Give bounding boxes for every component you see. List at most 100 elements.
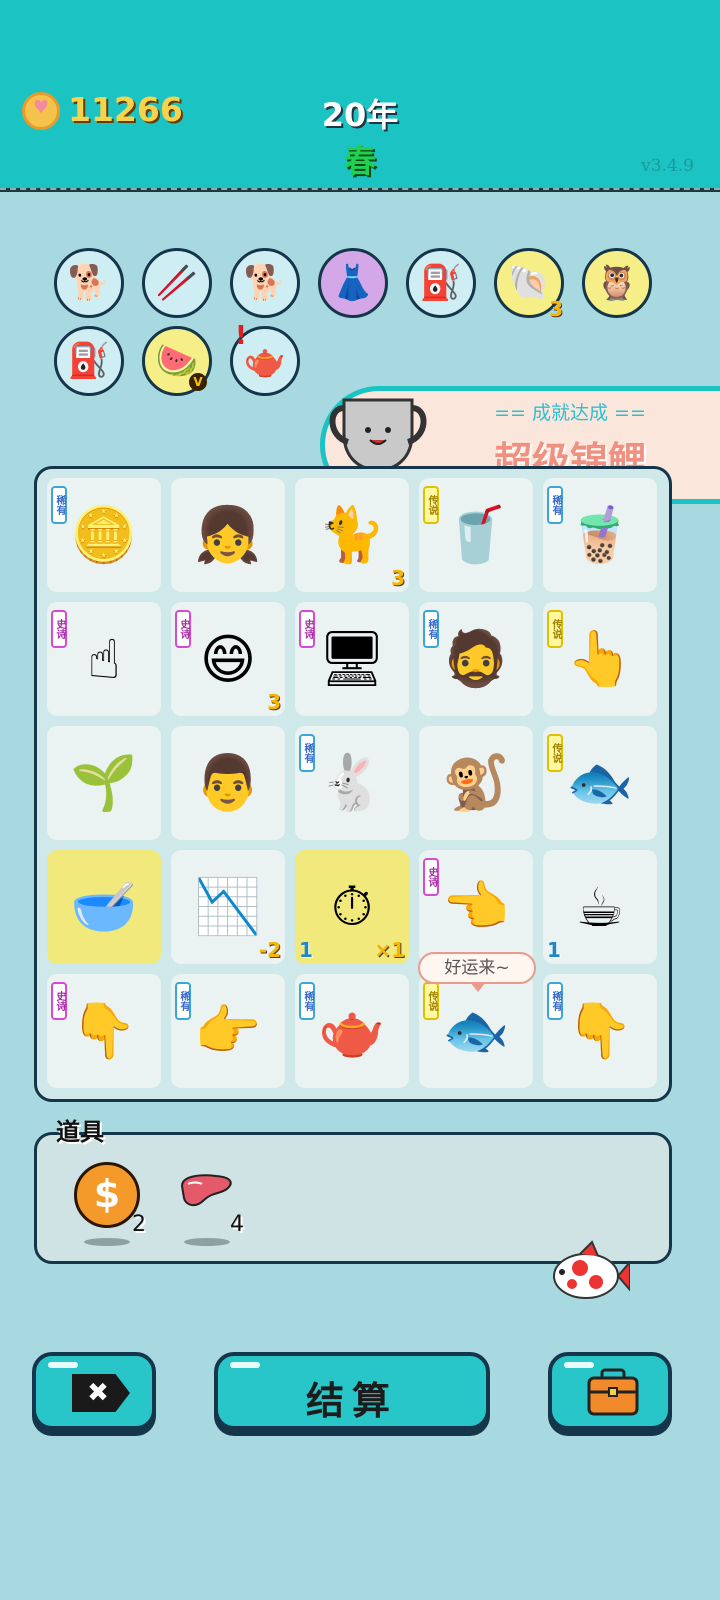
bag-button[interactable] bbox=[548, 1352, 672, 1430]
item-count: 3 bbox=[549, 297, 563, 321]
tile-count: 3 bbox=[391, 566, 405, 590]
board-tile-cat[interactable]: 🐈 3 bbox=[295, 478, 409, 592]
board-tile-man-face[interactable]: 👨 bbox=[171, 726, 285, 840]
pointing-hand-gold-icon: 👆 bbox=[566, 627, 634, 690]
settle-label: 结算 bbox=[305, 1379, 398, 1423]
rarity-tag: 史诗 bbox=[175, 610, 191, 648]
button-highlight bbox=[230, 1362, 260, 1368]
rabbit-icon: 🐇 bbox=[318, 751, 386, 814]
rarity-tag: 史诗 bbox=[423, 858, 439, 896]
board-tile-sprout[interactable]: 🌱 bbox=[47, 726, 161, 840]
rarity-tag: 史诗 bbox=[51, 610, 67, 648]
air-pump-icon: ⛽ bbox=[67, 341, 111, 381]
bubble-tea-cup-icon: 🥤 bbox=[442, 503, 510, 566]
falling-chart-icon: 📉 bbox=[194, 875, 262, 938]
yellow-face-icon: 😄 bbox=[199, 627, 257, 691]
board-tile-pointing-hand-gold[interactable]: 👆 传说 bbox=[543, 602, 657, 716]
rarity-tag: 稀有 bbox=[423, 610, 439, 648]
scallop-shell-icon: 🐚 bbox=[507, 263, 551, 303]
board-tile-gold-pentagon[interactable]: 🪙 稀有 bbox=[47, 478, 161, 592]
board-tile-brown-pointing-hand[interactable]: 👉 稀有 bbox=[171, 974, 285, 1088]
board-tile-brown-hand-down[interactable]: 👇 稀有 bbox=[543, 974, 657, 1088]
rarity-tag: 传说 bbox=[547, 734, 563, 772]
gold-pentagon-icon: 🪙 bbox=[70, 503, 138, 566]
man-with-hat-icon: 🧔 bbox=[442, 627, 510, 690]
girl-portrait-icon: 👧 bbox=[194, 503, 262, 566]
version-label: v3.4.9 bbox=[641, 156, 694, 176]
air-pump-icon: ⛽ bbox=[419, 263, 463, 303]
board-tile-bubble-tea-cup[interactable]: 🥤 传说 bbox=[419, 478, 533, 592]
year-label: 20年 bbox=[321, 96, 399, 134]
owned-item-husky-dog[interactable]: 🐕 bbox=[230, 248, 300, 318]
alert-icon: ! bbox=[235, 321, 247, 351]
liver-prop-count: 4 bbox=[230, 1212, 244, 1237]
props-label: 道具 bbox=[56, 1118, 104, 1146]
pointing-hand-gray-icon: ☝ bbox=[87, 627, 121, 691]
season-label: 春 bbox=[343, 142, 376, 180]
board-tile-graphics-card[interactable]: 🖥 史诗 bbox=[295, 602, 409, 716]
divider bbox=[0, 188, 720, 192]
board-tile-pointing-hand-left[interactable]: 👈 史诗 bbox=[419, 850, 533, 964]
soup-bowl-removed-icon: 🥣 bbox=[70, 875, 138, 938]
shadow bbox=[84, 1238, 130, 1246]
husky-dog-icon: 🐕 bbox=[67, 263, 111, 303]
tile-count: -2 bbox=[258, 938, 281, 962]
close-button[interactable]: ✖ bbox=[32, 1352, 156, 1430]
board-tile-yellow-face[interactable]: 😄 史诗 3 bbox=[171, 602, 285, 716]
owned-item-gravy-boat[interactable]: 🫖! bbox=[230, 321, 300, 396]
board-tile-bubble-tea[interactable]: 🧋 稀有 bbox=[543, 478, 657, 592]
board-tile-girl-portrait[interactable]: 👧 bbox=[171, 478, 285, 592]
board-tile-pointing-hand-gray[interactable]: ☝ 史诗 bbox=[47, 602, 161, 716]
shadow bbox=[184, 1238, 230, 1246]
rarity-tag: 传说 bbox=[423, 486, 439, 524]
koi-fish-icon bbox=[553, 1240, 630, 1299]
stopwatch-removed-icon: ⏱ bbox=[330, 875, 374, 938]
briefcase-icon bbox=[587, 1368, 639, 1416]
board-tile-pointing-hand-down[interactable]: 👇 史诗 bbox=[47, 974, 161, 1088]
rarity-tag: 稀有 bbox=[547, 486, 563, 524]
board-tile-soup-bowl-removed[interactable]: 🥣 bbox=[47, 850, 161, 964]
owned-item-fruit-platter[interactable]: 🍉 V bbox=[142, 326, 212, 396]
owned-item-scallop-shell[interactable]: 🐚 3 bbox=[494, 248, 564, 321]
board-tile-man-with-hat[interactable]: 🧔 稀有 bbox=[419, 602, 533, 716]
koi-fish-icon: 🐟 bbox=[442, 999, 510, 1062]
board-tile-monkey[interactable]: 🐒 bbox=[419, 726, 533, 840]
owned-item-husky-dog[interactable]: 🐕 bbox=[54, 248, 124, 318]
board-tile-koi-fish[interactable]: 🐟 传说 bbox=[543, 726, 657, 840]
dollar-coin-icon[interactable]: $ bbox=[74, 1162, 140, 1228]
board-tile-rabbit[interactable]: 🐇 稀有 bbox=[295, 726, 409, 840]
owned-item-pleated-skirt[interactable]: 👗 bbox=[318, 248, 388, 318]
board-tile-stopwatch-removed[interactable]: ⏱ ×1 1 bbox=[295, 850, 409, 964]
rarity-tag: 史诗 bbox=[51, 982, 67, 1020]
owned-item-air-pump[interactable]: ⛽ bbox=[54, 326, 124, 396]
owned-item-owls[interactable]: 🦉 bbox=[582, 248, 652, 318]
tile-count-left: 1 bbox=[299, 938, 313, 962]
speech-bubble: 好运来~ bbox=[418, 952, 536, 992]
koi-fish-icon: 🐟 bbox=[566, 751, 634, 814]
rarity-tag: 稀有 bbox=[51, 486, 67, 524]
rarity-tag: 稀有 bbox=[299, 982, 315, 1020]
owned-item-chopsticks[interactable]: 🥢 bbox=[142, 248, 212, 318]
brown-hand-down-icon: 👇 bbox=[566, 999, 634, 1062]
board-tile-teapot[interactable]: 🫖 稀有 bbox=[295, 974, 409, 1088]
owls-icon: 🦉 bbox=[595, 263, 639, 303]
gravy-boat-icon: 🫖 bbox=[243, 341, 287, 381]
board-tile-falling-chart[interactable]: 📉 -2 bbox=[171, 850, 285, 964]
rarity-tag: 史诗 bbox=[299, 610, 315, 648]
coin-balance: 11266 bbox=[68, 90, 183, 129]
board-tile-coffee-cup[interactable]: ☕ 1 bbox=[543, 850, 657, 964]
button-highlight bbox=[48, 1362, 78, 1368]
rarity-tag: 传说 bbox=[547, 610, 563, 648]
close-icon: ✖ bbox=[72, 1374, 130, 1412]
liver-icon[interactable] bbox=[178, 1172, 234, 1210]
owned-item-air-pump[interactable]: ⛽ bbox=[406, 248, 476, 318]
rarity-tag: 稀有 bbox=[299, 734, 315, 772]
settle-button[interactable]: 结算 bbox=[214, 1352, 490, 1430]
coffee-cup-icon: ☕ bbox=[575, 875, 625, 939]
vip-badge: V bbox=[189, 373, 207, 391]
pleated-skirt-icon: 👗 bbox=[331, 263, 375, 303]
husky-dog-icon: 🐕 bbox=[243, 263, 287, 303]
brown-pointing-hand-icon: 👉 bbox=[194, 999, 262, 1062]
coin-prop-count: 2 bbox=[132, 1212, 146, 1237]
achievement-subtitle: == 成就达成 == bbox=[494, 402, 646, 424]
